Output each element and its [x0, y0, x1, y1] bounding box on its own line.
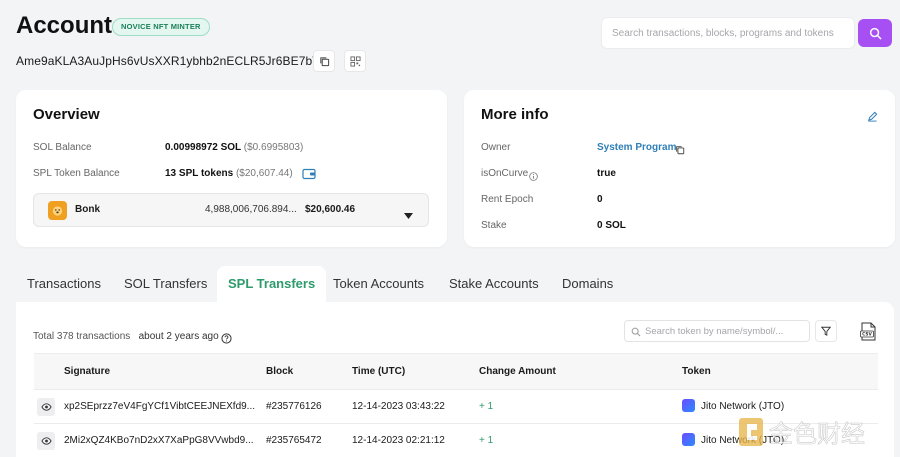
qr-code-button[interactable]: [344, 50, 366, 72]
token-filter-search[interactable]: [624, 320, 810, 342]
watermark-logo: 金色财经: [737, 412, 897, 452]
rent-epoch-label: Rent Epoch: [481, 194, 534, 205]
svg-text:CSV: CSV: [862, 332, 872, 338]
tab-stake-accounts[interactable]: Stake Accounts: [449, 266, 539, 302]
spl-balance-amount: 13 SPL tokens: [165, 168, 234, 179]
time-value: 12-14-2023 03:43:22: [352, 401, 445, 412]
page-title: Account: [16, 12, 112, 39]
copy-icon: [319, 56, 329, 66]
token-amount: 4,988,006,706.894...: [205, 204, 297, 215]
block-link[interactable]: #235776126: [266, 390, 322, 424]
sol-balance-label: SOL Balance: [33, 142, 92, 153]
search-icon: [631, 327, 641, 337]
block-link[interactable]: #235765472: [266, 424, 322, 457]
help-icon[interactable]: [221, 331, 232, 349]
transactions-summary: Total 378 transactions about 2 years ago: [33, 331, 219, 342]
pencil-icon: [868, 111, 878, 122]
signature-link[interactable]: 2Mi2xQZ4KBo7nD2xX7XaPpG8VVwbd9...: [64, 424, 254, 457]
token-label: Jito Network (JTO): [701, 401, 785, 412]
column-block: Block: [266, 366, 294, 377]
dog-face-icon: [52, 206, 63, 216]
jito-logo-icon: [682, 399, 695, 412]
last-activity: about 2 years ago: [138, 331, 219, 342]
column-change-amount: Change Amount: [479, 366, 556, 377]
edit-button[interactable]: [867, 109, 878, 127]
wallet-icon-button[interactable]: [302, 167, 316, 185]
spl-balance-label: SPL Token Balance: [33, 168, 120, 179]
stake-value: 0 SOL: [597, 220, 626, 231]
owner-label: Owner: [481, 142, 511, 153]
column-time: Time (UTC): [352, 366, 406, 377]
is-on-curve-value: true: [597, 168, 616, 179]
filter-icon: [821, 326, 831, 336]
token-filter-input[interactable]: [625, 321, 809, 342]
csv-icon: CSV: [860, 322, 876, 341]
change-amount: + 1: [479, 401, 494, 412]
total-count: Total 378 transactions: [33, 331, 131, 342]
filter-button[interactable]: [815, 320, 837, 342]
tab-sol-transfers[interactable]: SOL Transfers: [124, 266, 207, 302]
owner-link[interactable]: System Program: [597, 142, 676, 153]
sol-balance-value: 0.00998972 SOL ($0.6995803): [165, 142, 303, 153]
spl-balance-value: 13 SPL tokens ($20,607.44): [165, 168, 293, 179]
tab-token-accounts[interactable]: Token Accounts: [333, 266, 424, 302]
qr-code-icon: [349, 55, 361, 67]
sol-balance-amount: 0.00998972 SOL: [165, 142, 241, 153]
status-badge: NOVICE NFT MINTER: [112, 18, 210, 36]
token-usd-value: $20,600.46: [305, 204, 356, 215]
token-select[interactable]: Bonk 4,988,006,706.894... $20,600.46: [33, 193, 429, 227]
copy-icon: [676, 146, 685, 155]
csv-download-button[interactable]: CSV: [860, 322, 877, 346]
jito-logo-icon: [682, 433, 695, 446]
tab-bar: Transactions SOL Transfers SPL Transfers…: [0, 266, 900, 302]
is-on-curve-label: isOnCurve: [481, 168, 529, 179]
signature-link[interactable]: xp2SEprzz7eV4FgYCf1VibtCEEJNEXfd9...: [64, 390, 255, 424]
info-icon[interactable]: [529, 168, 538, 186]
search-bar[interactable]: [601, 17, 855, 49]
page-header: Account NOVICE NFT MINTER Ame9aKLA3AuJpH…: [0, 0, 900, 80]
column-signature: Signature: [64, 366, 111, 377]
tab-spl-transfers[interactable]: SPL Transfers: [217, 266, 327, 302]
chevron-down-icon: [404, 206, 413, 224]
copy-owner-button[interactable]: [675, 142, 685, 160]
eye-icon: [40, 437, 52, 445]
watermark-logo-icon: 金色财经: [739, 418, 865, 448]
search-input[interactable]: [602, 18, 854, 48]
bonk-logo-icon: [48, 201, 67, 220]
watermark-text: 金色财经: [769, 420, 865, 448]
sol-balance-usd: ($0.6995803): [243, 142, 304, 153]
copy-address-button[interactable]: [313, 50, 335, 72]
stake-label: Stake: [481, 220, 507, 231]
overview-title: Overview: [33, 106, 100, 123]
eye-icon: [40, 403, 52, 411]
column-token: Token: [682, 366, 711, 377]
search-button[interactable]: [858, 19, 892, 47]
search-icon: [869, 27, 881, 39]
token-name: Bonk: [75, 204, 100, 215]
account-address: Ame9aKLA3AuJpHs6vUsXXR1ybhb2nECLR5Jr6BE7…: [16, 54, 334, 68]
change-amount: + 1: [479, 435, 494, 446]
rent-epoch-value: 0: [597, 194, 603, 205]
spl-balance-usd: ($20,607.44): [235, 168, 293, 179]
view-transaction-button[interactable]: [37, 398, 55, 416]
view-transaction-button[interactable]: [37, 432, 55, 450]
wallet-icon: [302, 168, 316, 180]
time-value: 12-14-2023 02:21:12: [352, 435, 445, 446]
tab-transactions[interactable]: Transactions: [27, 266, 101, 302]
table-header: Signature Block Time (UTC) Change Amount…: [34, 353, 878, 389]
more-info-title: More info: [481, 106, 549, 123]
tab-domains[interactable]: Domains: [562, 266, 613, 302]
